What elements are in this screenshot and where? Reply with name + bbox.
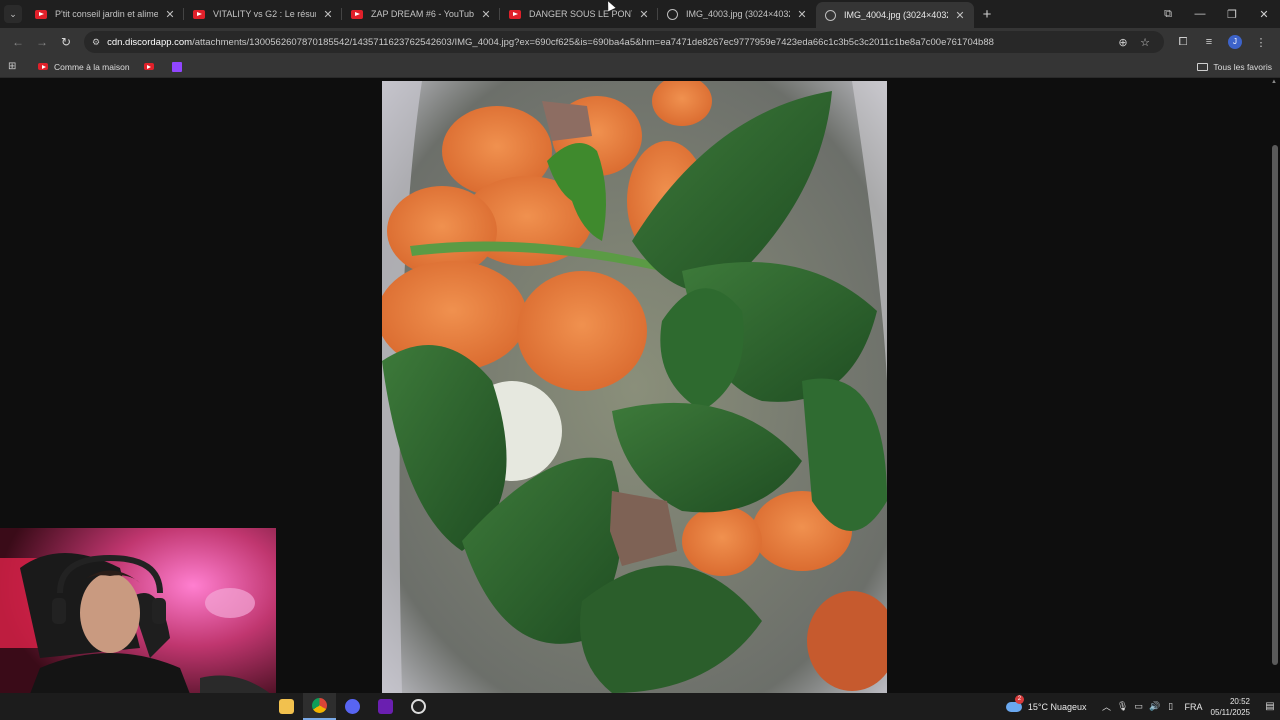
chrome-icon <box>312 698 327 713</box>
tab-title: IMG_4004.jpg (3024×4032) <box>844 10 948 20</box>
tab-search[interactable]: ⌄ <box>0 0 26 28</box>
tab-5-active[interactable]: IMG_4004.jpg (3024×4032) ✕ <box>816 2 974 28</box>
tab-title: VITALITY vs G2 : Le résumé - IEM <box>213 9 316 19</box>
twitch-icon[interactable] <box>171 61 182 72</box>
globe-icon <box>825 9 836 21</box>
bookmark-label: Comme à la maison <box>54 61 130 72</box>
reload-button[interactable]: ↻ <box>54 35 78 49</box>
close-icon[interactable]: ✕ <box>638 8 650 21</box>
taskbar-app-obs[interactable] <box>402 693 435 720</box>
restore-button[interactable]: ❐ <box>1216 8 1248 21</box>
taskbar-app-nzxt[interactable] <box>369 693 402 720</box>
scroll-up-arrow-icon[interactable]: ▲ <box>1271 79 1277 85</box>
new-tab-button[interactable]: + <box>974 6 1000 23</box>
close-icon[interactable]: ✕ <box>322 8 334 21</box>
clock[interactable]: 20:52 05/11/2025 <box>1211 696 1250 718</box>
profile-avatar[interactable]: J <box>1228 35 1242 49</box>
url-text[interactable]: cdn.discordapp.com/attachments/130056260… <box>107 37 1112 48</box>
tab-4[interactable]: IMG_4003.jpg (3024×4032) ✕ <box>658 0 816 28</box>
all-bookmarks-label: Tous les favoris <box>1213 61 1272 72</box>
network-icon[interactable]: ▭ <box>1131 701 1147 712</box>
tab-strip: ⌄ P'tit conseil jardin et alimentatio ✕ … <box>0 0 1280 28</box>
chevron-up-icon[interactable]: ︿ <box>1099 700 1115 713</box>
extensions-icon[interactable]: ⧠ <box>1170 36 1196 49</box>
chevron-down-icon[interactable]: ⌄ <box>4 5 22 23</box>
media-controls-icon[interactable]: ≡ <box>1196 36 1222 48</box>
language-indicator[interactable]: FRA <box>1185 702 1203 712</box>
windows-taskbar: 15°C Nuageux ︿ 🎙 ▭ 🔊 ▯ FRA 20:52 05/11/2… <box>0 693 1280 720</box>
bookmark-item[interactable]: Comme à la maison <box>38 62 130 72</box>
discord-icon <box>345 699 360 714</box>
clock-time: 20:52 <box>1229 696 1250 706</box>
taskbar-apps <box>270 693 435 720</box>
cloud-icon <box>1005 694 1024 712</box>
weather-desc: Nuageux <box>1050 701 1087 712</box>
vegetable-photo[interactable] <box>382 81 887 693</box>
site-info-icon[interactable]: ⚙ <box>92 37 100 48</box>
youtube-icon[interactable] <box>143 63 154 70</box>
zoom-icon[interactable]: ⊕ <box>1112 36 1134 49</box>
weather-widget[interactable]: 15°C Nuageux <box>1005 694 1087 712</box>
tab-title: IMG_4003.jpg (3024×4032) <box>686 9 790 19</box>
picture-in-picture-icon[interactable]: ⧉ <box>1152 8 1184 21</box>
window-controls: ⧉ — ❐ ✕ <box>1152 0 1280 28</box>
menu-icon[interactable]: ⋮ <box>1248 36 1274 49</box>
speaker-icon[interactable]: 🔊 <box>1147 701 1163 712</box>
microphone-icon[interactable]: 🎙 <box>1115 701 1131 712</box>
nzxt-icon <box>378 699 393 714</box>
all-bookmarks-button[interactable]: Tous les favoris <box>1197 62 1272 72</box>
bookmark-star-icon[interactable]: ☆ <box>1134 36 1156 49</box>
toolbar-actions: ⧠ ≡ J ⋮ <box>1170 35 1274 49</box>
tab-title: P'tit conseil jardin et alimentatio <box>55 9 158 19</box>
address-bar[interactable]: ⚙ cdn.discordapp.com/attachments/1300562… <box>84 31 1164 53</box>
system-tray: 15°C Nuageux ︿ 🎙 ▭ 🔊 ▯ FRA 20:52 05/11/2… <box>1005 693 1280 720</box>
back-button[interactable]: ← <box>6 35 30 49</box>
browser-toolbar: ← → ↻ ⚙ cdn.discordapp.com/attachments/1… <box>0 28 1280 56</box>
tab-2[interactable]: ZAP DREAM #6 - YouTube ✕ <box>342 0 500 28</box>
forward-button[interactable]: → <box>30 35 54 49</box>
minimize-button[interactable]: — <box>1184 8 1216 20</box>
apps-grid-icon[interactable]: ⊞ <box>8 61 32 72</box>
taskbar-app-discord[interactable] <box>336 693 369 720</box>
close-icon[interactable]: ✕ <box>164 8 176 21</box>
close-window-button[interactable]: ✕ <box>1248 8 1280 21</box>
notification-icon[interactable]: ▤ <box>1260 701 1280 712</box>
tab-1[interactable]: VITALITY vs G2 : Le résumé - IEM ✕ <box>184 0 342 28</box>
youtube-icon <box>509 9 521 19</box>
webcam-overlay <box>0 528 276 720</box>
webcam-feed-drawing <box>0 528 276 720</box>
clock-date: 05/11/2025 <box>1210 707 1250 717</box>
folder-icon <box>1197 62 1209 71</box>
weather-temp: 15°C <box>1027 701 1048 712</box>
url-host: cdn.discordapp.com <box>107 36 193 48</box>
close-icon[interactable]: ✕ <box>954 9 966 22</box>
file-explorer-icon <box>279 699 294 714</box>
vegetable-photo-drawing <box>382 81 887 693</box>
youtube-icon <box>193 9 205 19</box>
tab-0[interactable]: P'tit conseil jardin et alimentatio ✕ <box>26 0 184 28</box>
tab-3[interactable]: DANGER SOUS LE PONT DU CR ✕ <box>500 0 658 28</box>
obs-icon <box>411 699 426 714</box>
youtube-icon <box>35 9 47 19</box>
youtube-icon <box>351 9 363 19</box>
scrollbar-thumb[interactable] <box>1272 145 1278 665</box>
close-icon[interactable]: ✕ <box>796 8 808 21</box>
url-path: /attachments/1300562607870185542/1435711… <box>192 36 994 48</box>
battery-icon[interactable]: ▯ <box>1163 701 1179 712</box>
taskbar-app-file-explorer[interactable] <box>270 693 303 720</box>
taskbar-app-chrome[interactable] <box>303 693 336 720</box>
bookmarks-bar: ⊞ Comme à la maison Tous les favoris <box>0 56 1280 78</box>
close-icon[interactable]: ✕ <box>480 8 492 21</box>
tab-title: DANGER SOUS LE PONT DU CR <box>529 9 632 19</box>
youtube-icon <box>38 63 48 70</box>
tab-title: ZAP DREAM #6 - YouTube <box>371 9 474 19</box>
globe-icon <box>667 8 678 20</box>
